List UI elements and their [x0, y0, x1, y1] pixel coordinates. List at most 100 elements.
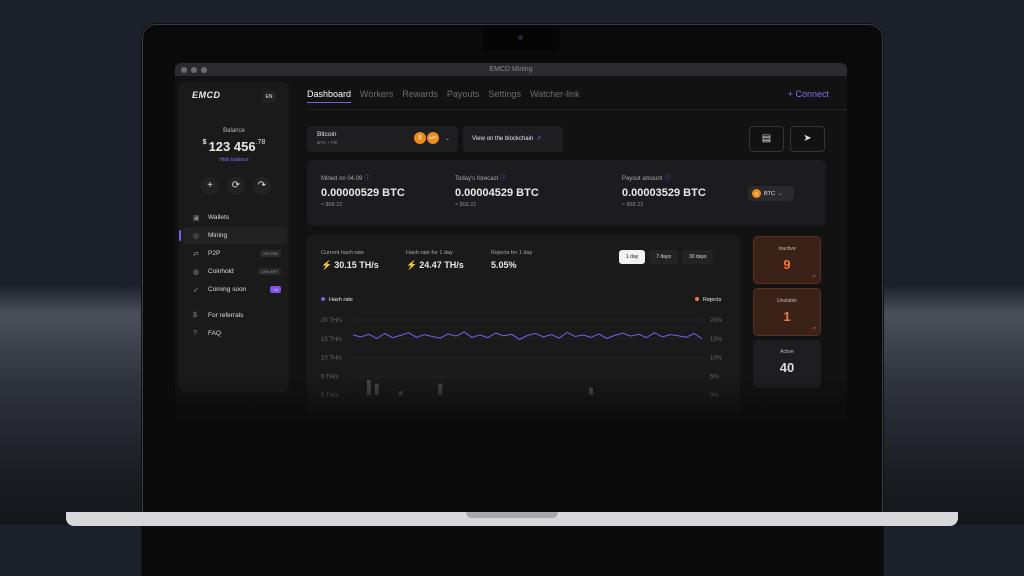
day-hashrate-value: 24.47 TH/s [419, 260, 464, 270]
stat-value: 0.00003529 BTC [622, 187, 706, 199]
emcd-logo[interactable]: EMCD [192, 90, 221, 100]
info-icon[interactable]: ⓘ [500, 176, 506, 182]
connect-button[interactable]: + Connect [788, 89, 829, 99]
telegram-button[interactable]: ➤ [790, 126, 825, 152]
day-hashrate-label: Hash rate for 1 day [406, 250, 453, 256]
laptop-base [66, 512, 958, 526]
exchange-icon[interactable]: ⟳ [227, 177, 245, 195]
sidebar-nav: ▣ Wallets ◎ Mining ⇄ P2P 0% FEE ◍ Coinhold 14%… [179, 209, 287, 343]
send-icon[interactable]: ↷ [253, 177, 271, 195]
sidebar-item-label: For referrals [208, 312, 244, 319]
tab-rewards[interactable]: Rewards [402, 89, 438, 103]
current-hashrate: Current hash rate ⚡ 30.15 TH/s [321, 250, 379, 271]
workers-unstable[interactable]: Unstable 1 ↗ [753, 288, 821, 336]
rejects-bar [438, 383, 443, 395]
day-hashrate: Hash rate for 1 day ⚡ 24.47 TH/s [406, 250, 464, 271]
workers-inactive-value: 9 [783, 257, 791, 272]
stat-usd: ≈ $68.22 [455, 202, 477, 208]
workers-active[interactable]: Active 40 [753, 340, 821, 388]
y-right-tick-label: 0% [710, 393, 719, 399]
stat-value: 0.00004529 BTC [455, 187, 539, 199]
legend-label: Hash rate [329, 297, 353, 303]
tab-settings[interactable]: Settings [488, 89, 521, 103]
sidebar-item-faq[interactable]: ? FAQ [183, 325, 287, 342]
sidebar-item-label: Mining [208, 232, 228, 239]
payout-coin-label: BTC [764, 190, 775, 197]
stat-label: Today's forecast [455, 176, 499, 182]
sidebar-item-referrals[interactable]: $ For referrals [183, 307, 287, 324]
coin-badges: ₿ APP ⌄ [413, 132, 450, 144]
external-link-icon: ↗ [536, 136, 542, 142]
calculator-button[interactable]: ▤ [749, 126, 784, 152]
camera-icon [518, 35, 523, 40]
sidebar-item-coming-soon[interactable]: ➶ Coming soon +4 [183, 281, 287, 298]
sidebar-item-label: Coming soon [208, 286, 247, 293]
y-left-tick-label: 20 TH/s [321, 318, 342, 324]
current-hashrate-value: 30.15 TH/s [334, 260, 379, 270]
stat-usd: ≈ $68.22 [321, 202, 343, 208]
legend-swatch [695, 297, 699, 301]
range-7-days[interactable]: 7 days [649, 250, 678, 264]
sidebar-item-p2p[interactable]: ⇄ P2P 0% FEE [183, 245, 287, 262]
stat-value: 0.00000529 BTC [321, 187, 405, 199]
laptop-bottom-cover [142, 526, 883, 576]
info-icon[interactable]: ⓘ [664, 176, 670, 182]
sidebar-item-label: Wallets [208, 214, 230, 221]
sidebar: EMCD EN Balance $123 456.78 Hide balance… [179, 82, 289, 392]
hide-balance-link[interactable]: Hide balance [179, 157, 289, 163]
arrow-icon: ↗ [811, 326, 816, 332]
tab-workers[interactable]: Workers [360, 89, 393, 103]
workers-inactive[interactable]: Inactive 9 ↗ [753, 236, 821, 284]
legend-rejects: Rejects [695, 297, 721, 303]
workers-inactive-label: Inactive [778, 246, 796, 252]
main-content: Dashboard Workers Rewards Payouts Settin… [307, 76, 847, 483]
range-1-day[interactable]: 1 day [619, 250, 646, 264]
balance-integer: 123 456 [208, 139, 256, 154]
workers-status: Inactive 9 ↗ Unstable 1 ↗ Active 40 [751, 236, 825, 396]
sidebar-item-wallets[interactable]: ▣ Wallets [183, 209, 287, 226]
legend-swatch [321, 297, 325, 301]
stat-label: Payout amount [622, 176, 663, 182]
fee-badge: 0% FEE [260, 250, 281, 257]
stat-payout: Payout amount ⓘ 0.00003529 BTC ≈ $68.22 [622, 173, 706, 208]
payout-coin-select[interactable]: ₿ BTC ⌄ [748, 186, 794, 201]
count-badge: +4 [270, 286, 281, 293]
language-switch[interactable]: EN [262, 91, 276, 103]
rejects-bar [366, 380, 371, 395]
rejects-bar [374, 383, 379, 395]
camera-notch [483, 25, 559, 51]
app-window: EMCD Mining EMCD EN Balance $123 456.78 … [175, 63, 847, 483]
sidebar-item-mining[interactable]: ◎ Mining [179, 227, 287, 244]
balance-amount: $123 456.78 [179, 139, 289, 154]
legend-label: Rejects [703, 297, 722, 303]
tab-dashboard[interactable]: Dashboard [307, 89, 352, 103]
app-badge-icon: APP [426, 132, 439, 144]
range-30-days[interactable]: 30 days [681, 250, 714, 264]
sidebar-item-coinhold[interactable]: ◍ Coinhold 14% APY [183, 263, 287, 280]
tab-watcher-link[interactable]: Watcher-link [530, 89, 580, 103]
main-tabs: Dashboard Workers Rewards Payouts Settin… [307, 89, 580, 103]
hashrate-line [352, 331, 703, 341]
add-icon[interactable]: + [201, 177, 219, 195]
tab-payouts[interactable]: Payouts [447, 89, 480, 103]
legend-hashrate: Hash rate [321, 297, 353, 303]
coins-icon: ◍ [193, 268, 200, 276]
laptop-frame: EMCD Mining EMCD EN Balance $123 456.78 … [142, 24, 883, 576]
coin-selector[interactable]: Bitcoin BTC + FB ₿ APP ⌄ [307, 126, 458, 152]
question-icon: ? [193, 330, 197, 337]
rejects-bar [588, 387, 593, 395]
info-icon[interactable]: ⓘ [364, 176, 370, 182]
y-left-tick-label: 10 TH/s [321, 356, 342, 362]
y-right-tick-label: 20% [710, 318, 723, 324]
mining-icon: ◎ [193, 232, 200, 240]
y-right-tick-label: 10% [710, 356, 723, 362]
chevron-down-icon: ⌄ [778, 190, 783, 197]
arrow-icon: ↗ [811, 274, 816, 280]
rejects-value: 5.05% [491, 260, 517, 270]
balance-decimal: .78 [255, 139, 266, 146]
stat-forecast: Today's forecast ⓘ 0.00004529 BTC ≈ $68.2… [455, 173, 539, 208]
view-on-blockchain-button[interactable]: View on the blockchain ↗ [463, 126, 563, 152]
wallet-icon: ▣ [193, 214, 200, 222]
window-title: EMCD Mining [489, 66, 533, 73]
earnings-stats: Mined on 04.09 ⓘ 0.00000529 BTC ≈ $68.22 … [307, 160, 826, 226]
